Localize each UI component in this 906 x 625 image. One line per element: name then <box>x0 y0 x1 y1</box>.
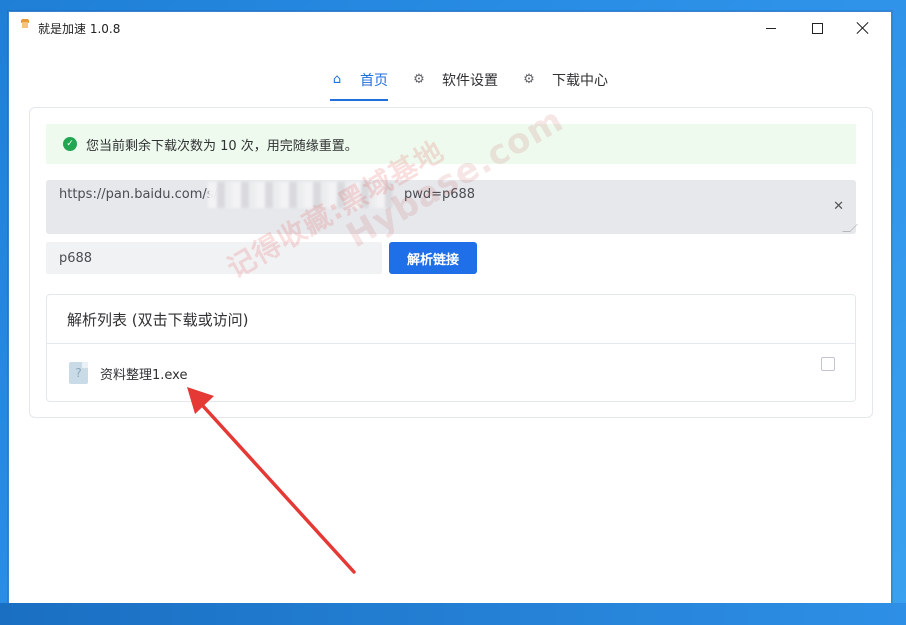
tab-settings-label: 软件设置 <box>442 73 498 89</box>
parse-link-button[interactable]: 解析链接 <box>389 242 477 274</box>
title-bar[interactable]: 就是加速 1.0.8 <box>9 12 891 44</box>
list-item[interactable]: ? 资料整理1.exe <box>47 344 855 402</box>
parse-result-list: 解析列表 (双击下载或访问) ? 资料整理1.exe <box>46 294 856 402</box>
unknown-file-icon: ? <box>69 362 88 384</box>
window-title: 就是加速 1.0.8 <box>38 22 121 36</box>
clear-link-icon[interactable]: ✕ <box>833 200 844 214</box>
main-card: ✓ 您当前剩余下载次数为 10 次，用完随缘重置。 https://pan.ba… <box>29 107 873 418</box>
gear-icon: ⚙ <box>523 72 535 87</box>
main-tabs: ⌂ 首页 ⚙ 软件设置 ⚙ 下载中心 <box>9 58 891 102</box>
tab-home-label: 首页 <box>360 73 388 89</box>
minimize-icon <box>766 27 776 29</box>
list-title: 解析列表 (双击下载或访问) <box>47 295 855 344</box>
maximize-icon <box>811 22 823 34</box>
app-window: 就是加速 1.0.8 ⌂ 首页 ⚙ 软件设置 ⚙ 下载中心 ✓ 您当前剩余下载次… <box>8 11 892 604</box>
download-quota-alert: ✓ 您当前剩余下载次数为 10 次，用完随缘重置。 <box>46 124 856 164</box>
share-link-field[interactable]: https://pan.baidu.com/s/pwd=p688 ✕ <box>46 180 858 234</box>
close-icon <box>857 22 869 34</box>
desktop-background <box>0 603 906 625</box>
minimize-button[interactable] <box>748 12 794 44</box>
success-check-icon: ✓ <box>63 137 77 151</box>
gear-icon: ⚙ <box>413 72 425 87</box>
app-logo-icon <box>21 19 29 28</box>
alert-text: 您当前剩余下载次数为 10 次，用完随缘重置。 <box>86 138 358 154</box>
file-select-checkbox[interactable] <box>821 357 835 371</box>
maximize-button[interactable] <box>794 12 840 44</box>
tab-downloads-label: 下载中心 <box>552 73 608 89</box>
extract-code-input[interactable] <box>46 242 382 274</box>
tab-home[interactable]: ⌂ 首页 <box>330 58 388 102</box>
resize-handle-icon[interactable] <box>842 224 858 232</box>
close-button[interactable] <box>840 12 886 44</box>
tab-downloads[interactable]: ⚙ 下载中心 <box>522 58 608 102</box>
home-icon: ⌂ <box>332 72 342 87</box>
tab-settings[interactable]: ⚙ 软件设置 <box>412 58 498 102</box>
file-name: 资料整理1.exe <box>100 367 188 383</box>
redacted-link-mask <box>208 182 394 208</box>
